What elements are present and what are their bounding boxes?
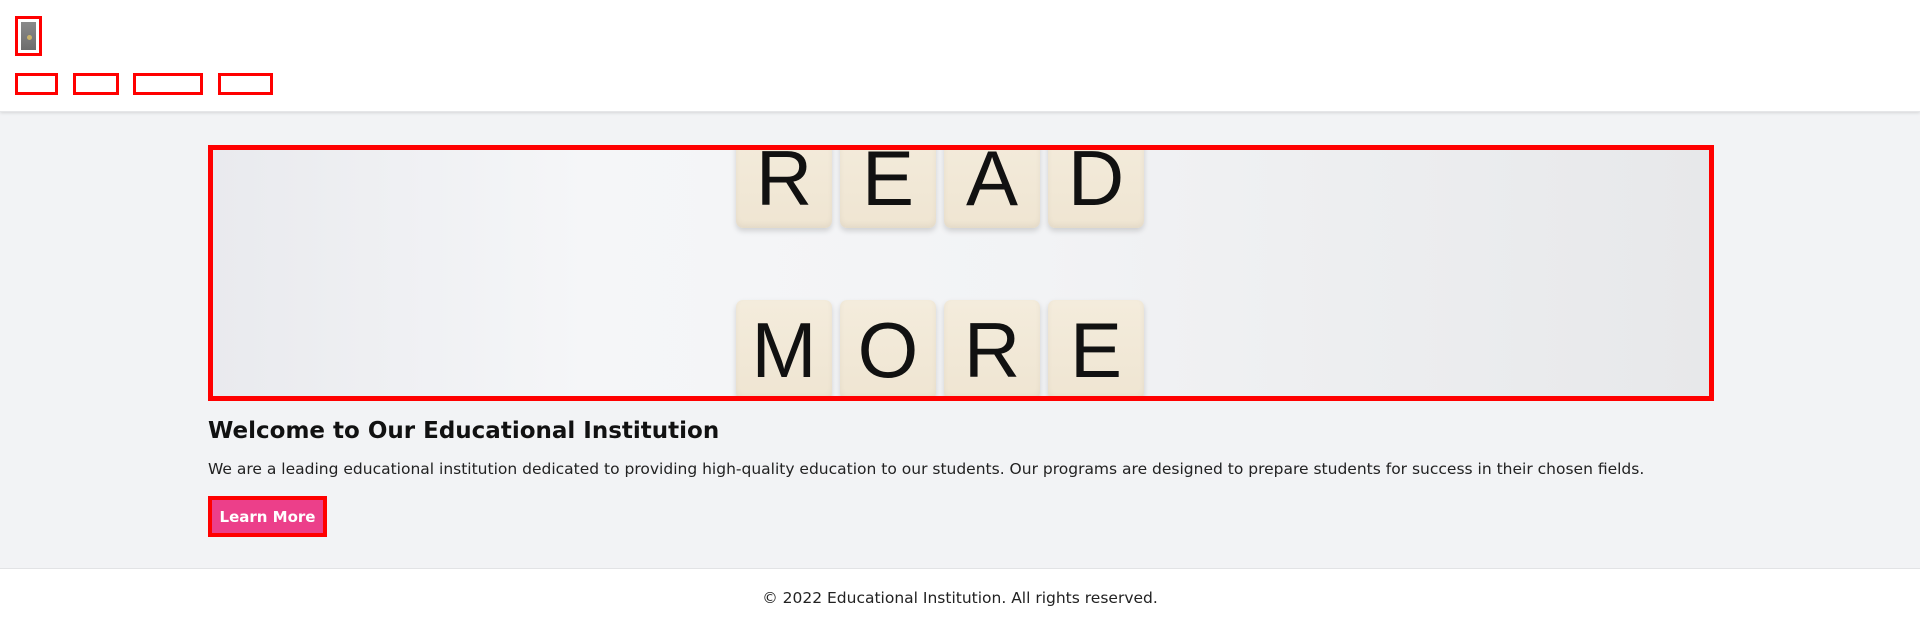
tile-letter: O <box>840 300 936 396</box>
hero-image[interactable]: R E A D M O R E <box>208 145 1714 401</box>
tile-letter: R <box>944 300 1040 396</box>
welcome-text: We are a leading educational institution… <box>208 460 1645 478</box>
site-footer: © 2022 Educational Institution. All righ… <box>0 568 1920 624</box>
tile-letter: A <box>944 150 1040 228</box>
read-more-tiles: R E A D M O R E <box>213 150 1709 396</box>
nav-link-contact[interactable]: Contact <box>218 73 273 95</box>
learn-more-button[interactable]: Learn More <box>208 496 327 537</box>
tile-letter: D <box>1048 150 1144 228</box>
logo-image <box>21 22 36 50</box>
logo-icon[interactable] <box>15 16 42 56</box>
copyright-text: © 2022 Educational Institution. All righ… <box>762 589 1158 607</box>
nav-link-home[interactable]: Home <box>15 73 58 95</box>
welcome-title: Welcome to Our Educational Institution <box>208 418 720 444</box>
tile-letter: R <box>736 150 832 228</box>
tile-letter: E <box>1048 300 1144 396</box>
site-header: Home About Programs Contact <box>0 0 1920 112</box>
nav-link-about[interactable]: About <box>73 73 119 95</box>
tile-letter: M <box>736 300 832 396</box>
tile-letter: E <box>840 150 936 228</box>
nav-link-programs[interactable]: Programs <box>133 73 203 95</box>
